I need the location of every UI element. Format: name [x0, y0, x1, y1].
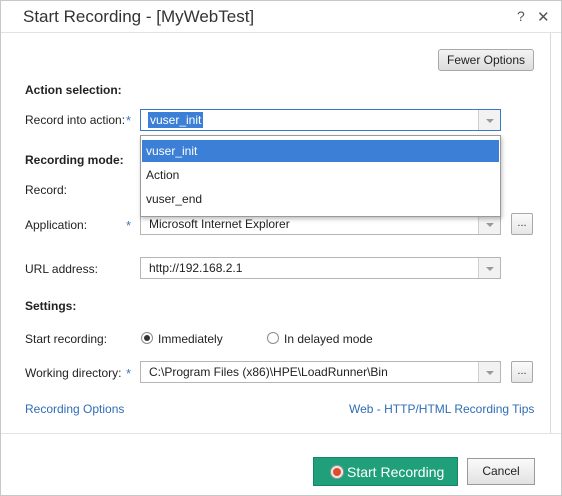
application-browse-button[interactable]: ...: [511, 213, 533, 235]
start-recording-button[interactable]: Start Recording: [313, 457, 458, 486]
action-selection-heading: Action selection:: [25, 83, 122, 97]
url-value: http://192.168.2.1: [149, 261, 243, 275]
start-recording-label: Start Recording: [347, 464, 445, 480]
dropdown-item-vuser-end[interactable]: vuser_end: [142, 188, 499, 210]
working-directory-value: C:\Program Files (x86)\HPE\LoadRunner\Bi…: [149, 365, 388, 379]
recording-tips-link[interactable]: Web - HTTP/HTML Recording Tips: [349, 402, 534, 416]
dropdown-item-vuser-init[interactable]: vuser_init: [142, 140, 499, 162]
application-value: Microsoft Internet Explorer: [149, 217, 290, 231]
dialog-title: Start Recording - [MyWebTest]: [23, 7, 255, 26]
record-label: Record:: [25, 183, 68, 197]
required-marker: *: [126, 366, 132, 381]
application-label: Application:: [25, 218, 88, 232]
record-into-action-select[interactable]: vuser_init: [140, 109, 501, 131]
chevron-down-icon[interactable]: [478, 362, 500, 382]
delayed-mode-radio[interactable]: [267, 332, 279, 344]
cancel-button[interactable]: Cancel: [467, 458, 535, 485]
chevron-down-icon[interactable]: [478, 258, 500, 278]
recording-options-link[interactable]: Recording Options: [25, 402, 124, 416]
delayed-mode-label: In delayed mode: [284, 332, 373, 346]
dropdown-item-action[interactable]: Action: [142, 164, 499, 186]
chevron-down-icon[interactable]: [478, 214, 500, 234]
immediately-label: Immediately: [158, 332, 223, 346]
help-icon[interactable]: ?: [517, 8, 525, 24]
url-address-label: URL address:: [25, 262, 98, 276]
selected-action-value: vuser_init: [148, 112, 204, 128]
settings-heading: Settings:: [25, 299, 77, 313]
vertical-divider: [550, 33, 551, 433]
working-directory-select[interactable]: C:\Program Files (x86)\HPE\LoadRunner\Bi…: [140, 361, 501, 383]
title-bar: Start Recording - [MyWebTest] ? ✕: [1, 1, 561, 33]
working-directory-browse-button[interactable]: ...: [511, 361, 533, 383]
action-dropdown-list: vuser_init Action vuser_end: [140, 135, 501, 217]
footer-divider: [1, 433, 561, 434]
record-icon: [330, 465, 344, 479]
recording-mode-heading: Recording mode:: [25, 153, 124, 167]
working-directory-label: Working directory:: [25, 366, 122, 380]
url-address-select[interactable]: http://192.168.2.1: [140, 257, 501, 279]
immediately-radio[interactable]: [141, 332, 153, 344]
required-marker: *: [126, 218, 132, 233]
chevron-down-icon[interactable]: [478, 110, 500, 130]
start-recording-label: Start recording:: [25, 332, 108, 346]
start-recording-dialog: Start Recording - [MyWebTest] ? ✕ Fewer …: [0, 0, 562, 496]
record-into-action-label: Record into action:: [25, 113, 126, 127]
close-icon[interactable]: ✕: [537, 8, 550, 26]
required-marker: *: [126, 113, 132, 128]
fewer-options-button[interactable]: Fewer Options: [438, 49, 534, 71]
